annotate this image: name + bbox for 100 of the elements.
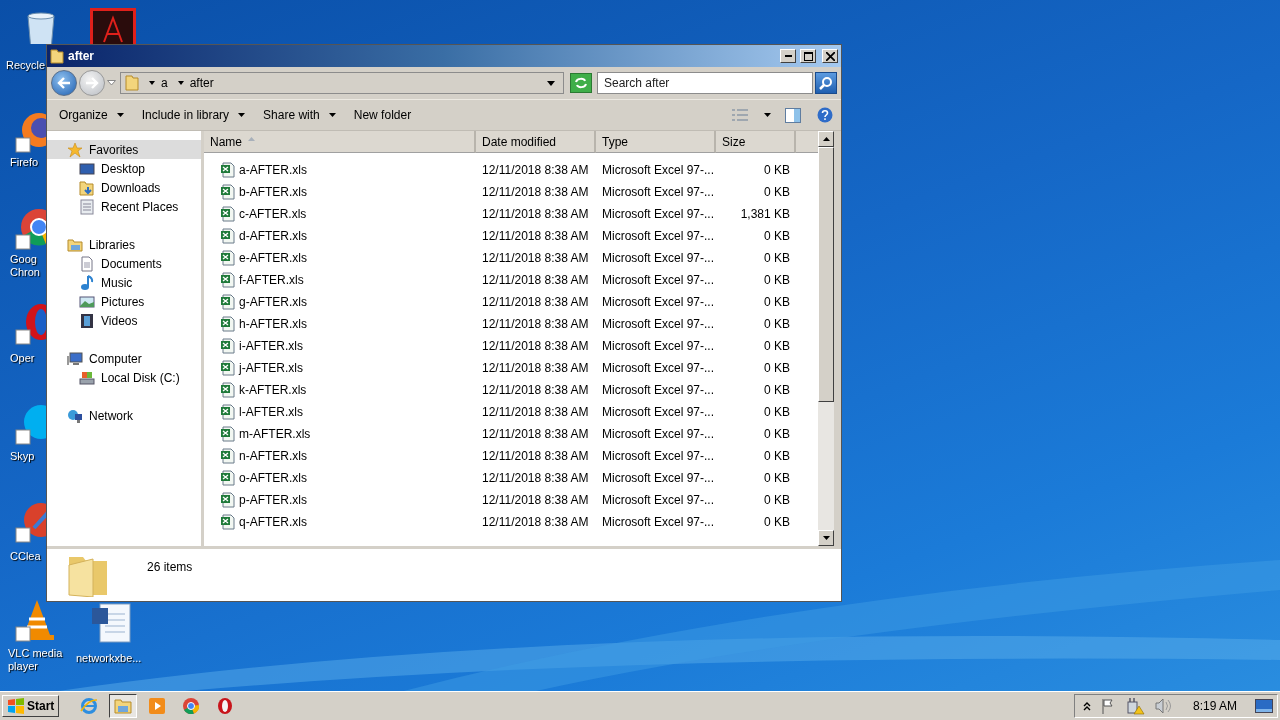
help-icon[interactable] <box>817 107 833 123</box>
nav-item[interactable]: Local Disk (C:) <box>47 368 201 387</box>
show-desktop-icon[interactable] <box>1255 699 1273 713</box>
search-button[interactable] <box>815 72 837 94</box>
file-name[interactable]: f-AFTER.xls <box>239 273 304 287</box>
speaker-icon[interactable] <box>1154 698 1173 714</box>
file-type: Microsoft Excel 97-... <box>602 273 715 287</box>
file-name[interactable]: d-AFTER.xls <box>239 229 307 243</box>
column-header[interactable]: Name <box>204 131 476 153</box>
dropdown-arrow-icon[interactable] <box>547 80 555 86</box>
file-name[interactable]: o-AFTER.xls <box>239 471 307 485</box>
file-name[interactable]: n-AFTER.xls <box>239 449 307 463</box>
breadcrumb-item[interactable]: after <box>189 76 214 90</box>
taskbar-button[interactable] <box>109 694 138 718</box>
nav-item[interactable]: Documents <box>47 254 201 273</box>
forward-button[interactable] <box>79 70 105 96</box>
column-header[interactable]: Date modified <box>476 131 596 153</box>
arrow-down-icon <box>822 536 830 540</box>
address-bar[interactable]: a after <box>120 72 564 94</box>
clock[interactable]: 8:19 AM <box>1192 699 1237 713</box>
folder-icon <box>114 697 133 715</box>
file-name[interactable]: a-AFTER.xls <box>239 163 307 177</box>
excel-file-icon <box>220 184 236 200</box>
file-size: 0 KB <box>764 317 790 331</box>
file-name[interactable]: b-AFTER.xls <box>239 185 307 199</box>
refresh-button[interactable] <box>570 73 592 93</box>
file-type: Microsoft Excel 97-... <box>602 229 715 243</box>
file-name[interactable]: h-AFTER.xls <box>239 317 307 331</box>
date-modified: 12/11/2018 8:38 AM <box>482 185 589 199</box>
toolbar-button[interactable]: Organize <box>53 106 130 124</box>
chevron-icon[interactable] <box>177 81 184 85</box>
file-name[interactable]: q-AFTER.xls <box>239 515 307 529</box>
network-warning-icon[interactable] <box>1126 697 1145 715</box>
excel-file-icon <box>220 162 236 178</box>
nav-item[interactable]: Desktop <box>47 159 201 178</box>
minimize-button[interactable] <box>780 49 796 63</box>
file-name[interactable]: l-AFTER.xls <box>239 405 303 419</box>
toolbar-button[interactable]: New folder <box>347 106 418 124</box>
minimize-icon <box>784 55 792 57</box>
back-button[interactable] <box>51 70 77 96</box>
dropdown-arrow-icon[interactable] <box>764 113 771 117</box>
nav-item[interactable]: Network <box>47 406 201 425</box>
excel-file-icon <box>220 250 236 266</box>
icon-label: networkxbe... <box>76 652 142 665</box>
nav-item[interactable]: Favorites <box>47 140 201 159</box>
item-count: 26 items <box>147 560 193 574</box>
icon-label: player <box>8 660 38 673</box>
icon-label: Oper <box>10 352 35 365</box>
download-folder-icon <box>79 179 95 196</box>
file-size: 1,381 KB <box>740 207 790 221</box>
date-modified: 12/11/2018 8:38 AM <box>482 515 589 529</box>
start-button[interactable]: Start <box>2 695 60 717</box>
chevron-up-icon[interactable] <box>1082 701 1091 711</box>
file-name[interactable]: e-AFTER.xls <box>239 251 307 265</box>
date-modified: 12/11/2018 8:38 AM <box>482 493 589 507</box>
file-name[interactable]: i-AFTER.xls <box>239 339 303 353</box>
nav-item[interactable]: Libraries <box>47 235 201 254</box>
arrow-right-icon <box>85 77 99 89</box>
scrollbar[interactable] <box>818 131 834 546</box>
play-icon <box>148 697 167 715</box>
file-type: Microsoft Excel 97-... <box>602 493 715 507</box>
file-type: Microsoft Excel 97-... <box>602 185 715 199</box>
nav-item[interactable]: Computer <box>47 349 201 368</box>
nav-item[interactable]: Recent Places <box>47 197 201 216</box>
column-header[interactable]: Size <box>716 131 796 153</box>
file-name[interactable]: c-AFTER.xls <box>239 207 307 221</box>
file-size: 0 KB <box>764 339 790 353</box>
icon-label: CClea <box>10 550 41 563</box>
start-logo-icon <box>7 698 25 714</box>
computer-icon <box>67 350 83 367</box>
nav-item[interactable]: Videos <box>47 311 201 330</box>
nav-item[interactable]: Music <box>47 273 201 292</box>
scroll-down-button[interactable] <box>818 530 834 546</box>
scroll-thumb[interactable] <box>818 147 834 402</box>
maximize-button[interactable] <box>800 49 816 63</box>
sort-arrow-icon <box>248 136 255 141</box>
file-name[interactable]: j-AFTER.xls <box>239 361 303 375</box>
close-button[interactable] <box>822 49 838 63</box>
close-icon <box>825 51 835 61</box>
breadcrumb-item[interactable]: a <box>161 76 168 90</box>
browser-icon <box>216 697 235 715</box>
file-size: 0 KB <box>764 229 790 243</box>
date-modified: 12/11/2018 8:38 AM <box>482 317 589 331</box>
file-name[interactable]: m-AFTER.xls <box>239 427 311 441</box>
nav-item[interactable]: Pictures <box>47 292 201 311</box>
nav-item[interactable]: Downloads <box>47 178 201 197</box>
toolbar-button[interactable]: Share with <box>257 106 342 124</box>
file-name[interactable]: g-AFTER.xls <box>239 295 307 309</box>
date-modified: 12/11/2018 8:38 AM <box>482 295 589 309</box>
column-header[interactable]: Type <box>596 131 716 153</box>
search-field[interactable]: Search after <box>597 72 813 94</box>
icon-label: Chron <box>10 266 40 279</box>
file-name[interactable]: k-AFTER.xls <box>239 383 307 397</box>
chevron-icon[interactable] <box>149 81 155 85</box>
file-size: 0 KB <box>764 185 790 199</box>
file-name[interactable]: p-AFTER.xls <box>239 493 307 507</box>
preview-pane-icon[interactable] <box>785 107 801 123</box>
app-icon[interactable] <box>90 8 136 44</box>
toolbar-button[interactable]: Include in library <box>135 106 252 124</box>
scroll-up-button[interactable] <box>818 131 834 147</box>
